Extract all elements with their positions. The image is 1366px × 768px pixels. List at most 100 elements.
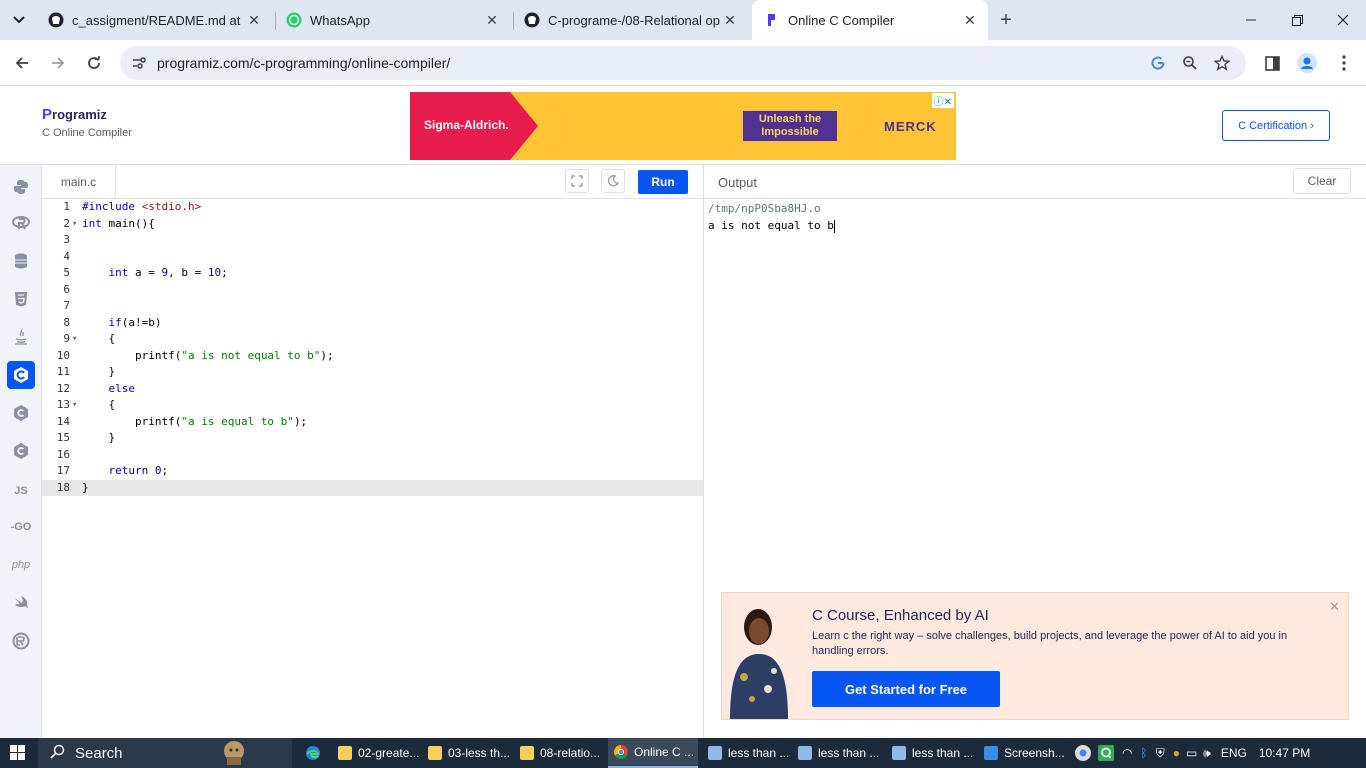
volume-icon[interactable]: 🕪 (1203, 746, 1211, 761)
notepad-doc-icon (708, 746, 722, 760)
browser-tab[interactable]: C-programe-/08-Relational op ✕ (512, 0, 748, 40)
arrow-right-icon (52, 57, 65, 69)
code-line: 5 int a = 9, b = 10; (63, 266, 228, 279)
snipping-tool-icon (984, 746, 998, 760)
minimize-icon (1246, 19, 1256, 21)
close-icon[interactable]: ✕ (1329, 599, 1340, 615)
taskbar-app[interactable]: 03-less th... (424, 738, 510, 768)
new-tab-button[interactable]: + (994, 8, 1018, 32)
battery-icon[interactable]: ▭ (1186, 746, 1197, 760)
taskbar-app-label: 03-less th... (447, 746, 510, 760)
rust-icon[interactable] (7, 627, 35, 655)
php-icon[interactable]: php (7, 551, 35, 579)
search-highlight-icon (223, 741, 244, 765)
browser-tab-active[interactable]: Online C Compiler ✕ (752, 0, 988, 40)
swift-icon[interactable] (7, 589, 35, 617)
taskbar-app-label: Screensh... (1004, 746, 1065, 760)
cpp-icon[interactable] (7, 399, 35, 427)
notepad-icon (428, 746, 442, 760)
restore-icon (1291, 14, 1303, 26)
github-icon (524, 12, 540, 28)
taskbar-app-active[interactable]: Online C ... (608, 738, 698, 768)
taskbar-app[interactable]: 02-greate... (334, 738, 420, 768)
ad-banner[interactable]: Sigma-Aldrich. Unleash the Impossible ME… (410, 92, 956, 160)
notepad-icon (520, 746, 534, 760)
bluetooth-icon[interactable]: ᛒ (1140, 746, 1147, 760)
clock[interactable]: 10:47 PM (1259, 746, 1310, 760)
code-line: 13 ▾ { (56, 398, 116, 411)
sql-database-icon[interactable] (7, 247, 35, 275)
fullscreen-icon[interactable] (565, 169, 589, 193)
close-icon[interactable]: ✕ (720, 10, 740, 30)
q-app-icon[interactable] (1098, 745, 1114, 761)
back-button[interactable] (8, 49, 36, 77)
minimize-button[interactable] (1228, 0, 1274, 40)
html5-icon[interactable] (7, 285, 35, 313)
javascript-icon[interactable]: JS (7, 477, 35, 505)
bookmark-star-icon[interactable] (1212, 53, 1232, 73)
input-language[interactable]: ENG (1221, 746, 1247, 760)
kebab-menu-icon[interactable] (1332, 51, 1356, 75)
run-button[interactable]: Run (638, 170, 688, 194)
close-icon[interactable]: ✕ (482, 10, 502, 30)
taskbar-app[interactable]: 08-relatio... (516, 738, 604, 768)
promo-card: C Course, Enhanced by AI Learn c the rig… (721, 592, 1349, 720)
google-icon[interactable] (1148, 53, 1168, 73)
tab-search-button[interactable] (6, 7, 32, 33)
code-line: 9 ▾ { (63, 332, 116, 345)
editor-header: main.c Run (42, 165, 703, 199)
r-language-icon[interactable] (7, 209, 35, 237)
language-sidebar: JS -GO php (0, 165, 42, 738)
wifi-icon[interactable]: ◠ (1122, 746, 1132, 760)
edge-app[interactable] (300, 738, 326, 768)
taskbar-app[interactable]: less than ... (704, 738, 790, 768)
output-console[interactable]: /tmp/npP0Sba8HJ.o a is not equal to b (704, 199, 1366, 589)
browser-tab[interactable]: WhatsApp ✕ (274, 0, 510, 40)
weather-icon[interactable]: ● (1173, 746, 1180, 760)
logo-name: Programiz (42, 106, 107, 123)
c-certification-button[interactable]: C Certification › (1222, 110, 1330, 141)
taskbar-app[interactable]: less than ... (888, 738, 974, 768)
site-info-icon[interactable] (130, 54, 148, 72)
go-icon[interactable]: -GO (7, 513, 35, 541)
windows-start-icon[interactable] (10, 745, 26, 761)
csharp-icon[interactable] (7, 437, 35, 465)
restore-button[interactable] (1274, 0, 1320, 40)
taskbar-app-label: 08-relatio... (540, 746, 601, 760)
code-line: 4 (63, 249, 70, 263)
profile-avatar-icon[interactable] (1295, 51, 1319, 75)
c-language-icon[interactable] (7, 361, 35, 389)
browser-tab[interactable]: c_assigment/README.md at m ✕ (36, 0, 272, 40)
code-line: 14 printf("a is equal to b"); (56, 414, 308, 428)
close-icon[interactable]: ✕ (960, 10, 980, 30)
output-title: Output (718, 175, 758, 190)
taskbar-search[interactable]: Search (38, 738, 292, 768)
dark-mode-icon[interactable] (601, 169, 625, 193)
close-icon[interactable]: ✕ (244, 10, 264, 30)
code-line: 11 } (56, 365, 116, 378)
taskbar-app[interactable]: Screensh... (980, 738, 1066, 768)
chrome-tray-icon[interactable] (1074, 744, 1092, 762)
address-bar[interactable]: programiz.com/c-programming/online-compi… (120, 46, 1246, 80)
ad-choices-close-icon[interactable]: ⓘ✕ (931, 93, 954, 108)
python-icon[interactable] (7, 173, 35, 201)
reload-button[interactable] (80, 49, 108, 77)
code-line-current: 18} (42, 479, 703, 496)
close-window-button[interactable] (1320, 0, 1366, 40)
zoom-icon[interactable] (1180, 53, 1200, 73)
output-header: Output Clear (704, 165, 1366, 199)
close-icon (1337, 14, 1349, 26)
chrome-icon (614, 745, 628, 759)
ad-brand-right: MERCK (884, 119, 937, 134)
side-panel-icon[interactable] (1260, 51, 1284, 75)
file-tab[interactable]: main.c (42, 165, 116, 199)
forward-button[interactable] (44, 49, 72, 77)
clear-button[interactable]: Clear (1293, 168, 1351, 194)
programiz-logo[interactable]: Programiz C Online Compiler (42, 106, 132, 139)
network-icon[interactable]: ⛨ (1156, 746, 1165, 761)
java-icon[interactable] (7, 323, 35, 351)
get-started-button[interactable]: Get Started for Free (812, 671, 1000, 707)
code-editor[interactable]: 1 #include <stdio.h> 2 ▾ int main(){ 3 4 5 … (42, 199, 703, 738)
taskbar-app-label: 02-greate... (358, 746, 420, 760)
taskbar-app[interactable]: less than ... (794, 738, 882, 768)
